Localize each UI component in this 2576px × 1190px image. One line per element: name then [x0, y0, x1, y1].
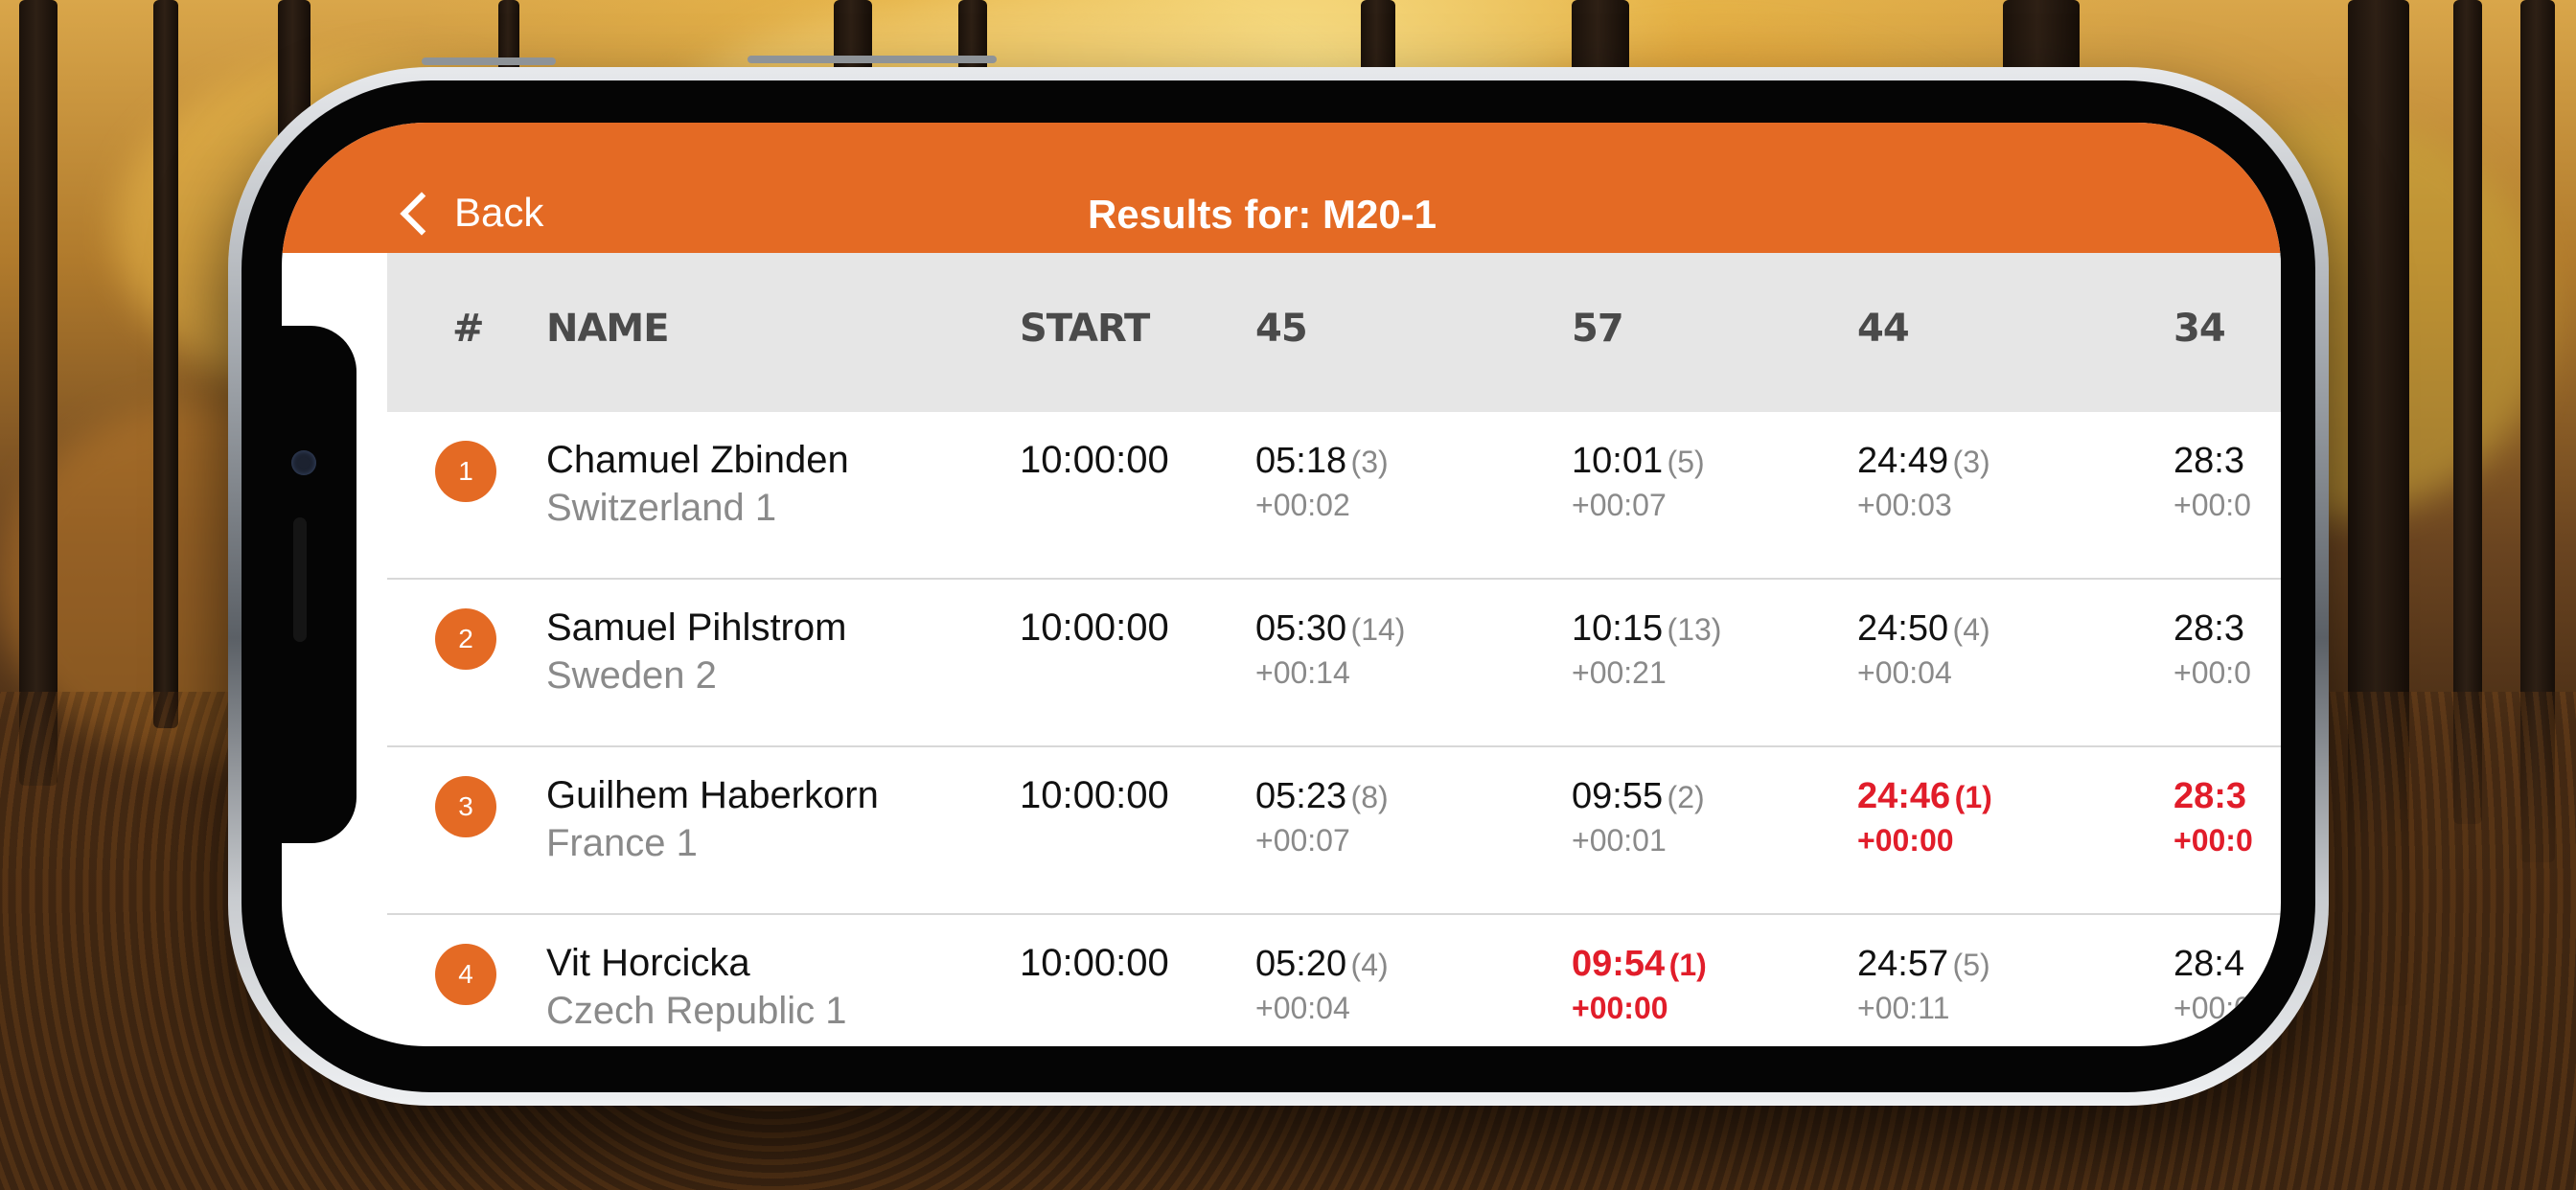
- split-cell: 28:3 +00:0: [2174, 441, 2251, 523]
- runner-team: Czech Republic 1: [546, 990, 847, 1032]
- split-cell: 24:50 (4) +00:04: [1857, 608, 1990, 691]
- split-time: 10:01: [1572, 441, 1664, 481]
- table-body: 1 Chamuel Zbinden Switzerland 1 10:00:00 05:…: [387, 412, 2281, 1046]
- split-cell: 24:46 (1) +00:00: [1857, 776, 1992, 858]
- split-cell: 10:01 (5) +00:07: [1572, 441, 1705, 523]
- split-diff: +00:0: [2174, 991, 2251, 1025]
- split-time: 28:3: [2174, 776, 2247, 816]
- column-header-control-34[interactable]: 34: [2174, 307, 2226, 351]
- split-cell: 09:54 (1) +00:00: [1572, 944, 1707, 1026]
- split-time: 05:20: [1255, 944, 1347, 984]
- split-diff: +00:21: [1572, 655, 1667, 690]
- split-time: 24:49: [1857, 441, 1949, 481]
- split-diff: +00:07: [1255, 823, 1350, 858]
- split-cell: 09:55 (2) +00:01: [1572, 776, 1705, 858]
- speaker-grille: [293, 517, 307, 642]
- column-header-control-45[interactable]: 45: [1255, 307, 1308, 351]
- split-place: (14): [1350, 612, 1406, 647]
- results-table: # NAME START 45 57 44 34 1 Chamuel Zbinde…: [387, 253, 2281, 1046]
- split-diff: +00:00: [1572, 991, 1668, 1025]
- split-time: 05:30: [1255, 608, 1347, 649]
- split-diff: +00:03: [1857, 488, 1952, 522]
- split-diff: +00:11: [1857, 991, 1950, 1025]
- app-screen: Back Results for: M20-1 # NAME START 45 …: [282, 123, 2281, 1046]
- runner-team: France 1: [546, 822, 698, 864]
- table-header: # NAME START 45 57 44 34: [387, 253, 2281, 412]
- split-cell: 24:49 (3) +00:03: [1857, 441, 1990, 523]
- start-time: 10:00:00: [1020, 439, 1169, 481]
- runner-name: Chamuel Zbinden: [546, 439, 849, 481]
- split-cell: 05:20 (4) +00:04: [1255, 944, 1389, 1026]
- split-cell: 05:23 (8) +00:07: [1255, 776, 1389, 858]
- split-time: 24:57: [1857, 944, 1949, 984]
- split-cell: 28:3 +00:0: [2174, 608, 2251, 691]
- split-place: (5): [1952, 948, 1990, 982]
- split-place: (5): [1667, 445, 1705, 479]
- start-time: 10:00:00: [1020, 606, 1169, 649]
- runner-team: Sweden 2: [546, 654, 717, 697]
- table-row[interactable]: 1 Chamuel Zbinden Switzerland 1 10:00:00 05:…: [387, 412, 2281, 580]
- table-row[interactable]: 4 Vit Horcicka Czech Republic 1 10:00:00 05:…: [387, 915, 2281, 1046]
- split-time: 28:3: [2174, 441, 2244, 481]
- power-button: [748, 56, 997, 63]
- split-diff: +00:01: [1572, 823, 1667, 858]
- runner-name: Samuel Pihlstrom: [546, 606, 847, 649]
- volume-button: [422, 57, 556, 65]
- split-place: (8): [1350, 780, 1389, 814]
- split-time: 05:18: [1255, 441, 1347, 481]
- split-time: 28:3: [2174, 608, 2244, 649]
- split-cell: 05:30 (14) +00:14: [1255, 608, 1405, 691]
- split-place: (1): [1954, 780, 1992, 814]
- split-place: (1): [1668, 948, 1707, 982]
- split-time: 05:23: [1255, 776, 1347, 816]
- split-cell: 24:57 (5) +00:11: [1857, 944, 1990, 1026]
- split-time: 24:46: [1857, 776, 1951, 816]
- start-time: 10:00:00: [1020, 774, 1169, 816]
- rank-badge: 4: [435, 944, 496, 1005]
- phone-notch: [282, 326, 356, 843]
- split-place: (13): [1667, 612, 1722, 647]
- split-cell: 05:18 (3) +00:02: [1255, 441, 1389, 523]
- split-time: 10:15: [1572, 608, 1664, 649]
- split-time: 09:55: [1572, 776, 1664, 816]
- split-diff: +00:04: [1255, 991, 1350, 1025]
- split-diff: +00:14: [1255, 655, 1350, 690]
- column-header-rank[interactable]: #: [452, 307, 485, 351]
- rank-badge: 1: [435, 441, 496, 502]
- split-cell: 28:3 +00:0: [2174, 776, 2253, 858]
- split-diff: +00:02: [1255, 488, 1350, 522]
- runner-name: Vit Horcicka: [546, 942, 750, 984]
- split-place: (3): [1350, 445, 1389, 479]
- split-diff: +00:04: [1857, 655, 1952, 690]
- split-diff: +00:00: [1857, 823, 1954, 858]
- column-header-start[interactable]: START: [1020, 307, 1150, 351]
- table-row[interactable]: 3 Guilhem Haberkorn France 1 10:00:00 05:23 …: [387, 747, 2281, 915]
- runner-team: Switzerland 1: [546, 487, 777, 529]
- column-header-control-57[interactable]: 57: [1572, 307, 1624, 351]
- table-row[interactable]: 2 Samuel Pihlstrom Sweden 2 10:00:00 05:30 (…: [387, 580, 2281, 747]
- split-diff: +00:0: [2174, 488, 2251, 522]
- split-diff: +00:0: [2174, 823, 2253, 858]
- split-time: 09:54: [1572, 944, 1666, 984]
- rank-badge: 2: [435, 608, 496, 670]
- split-cell: 28:4 +00:0: [2174, 944, 2251, 1026]
- split-cell: 10:15 (13) +00:21: [1572, 608, 1721, 691]
- split-diff: +00:0: [2174, 655, 2251, 690]
- start-time: 10:00:00: [1020, 942, 1169, 984]
- split-time: 24:50: [1857, 608, 1949, 649]
- split-place: (3): [1952, 445, 1990, 479]
- navigation-bar: Back Results for: M20-1: [282, 123, 2281, 253]
- camera-icon: [291, 450, 316, 475]
- split-diff: +00:07: [1572, 488, 1667, 522]
- column-header-control-44[interactable]: 44: [1857, 307, 1910, 351]
- column-header-name[interactable]: NAME: [546, 307, 670, 351]
- rank-badge: 3: [435, 776, 496, 837]
- split-place: (2): [1667, 780, 1705, 814]
- runner-name: Guilhem Haberkorn: [546, 774, 879, 816]
- split-place: (4): [1350, 948, 1389, 982]
- page-title: Results for: M20-1: [1087, 192, 1438, 237]
- split-time: 28:4: [2174, 944, 2244, 984]
- split-place: (4): [1952, 612, 1990, 647]
